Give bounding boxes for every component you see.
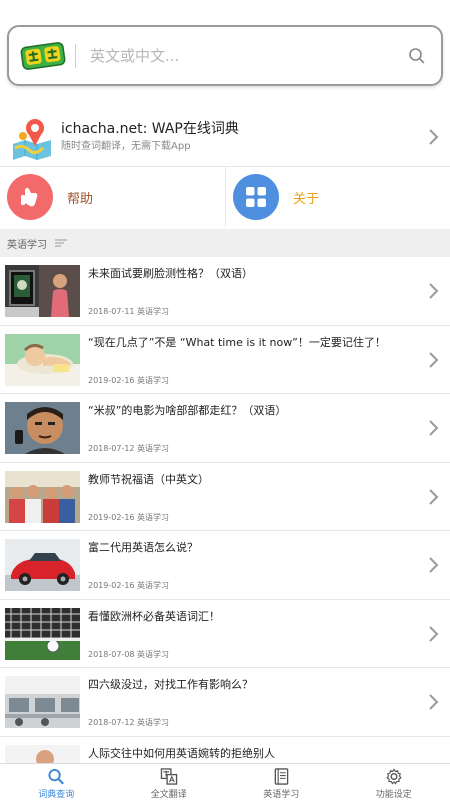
article-body: “米叔”的电影为啥部部都走红？（双语） 2018-07-12 英语学习 [88, 394, 450, 462]
article-item[interactable]: 看懂欧洲杯必备英语词汇！ 2018-07-08 英语学习 [0, 600, 450, 668]
search-bar [7, 25, 443, 86]
chevron-right-icon [429, 283, 439, 299]
help-button[interactable]: 帮助 [0, 167, 225, 227]
article-title: “现在几点了”不是 “What time is it now”！一定要记住了！ [88, 335, 386, 349]
article-thumbnail [5, 470, 80, 523]
article-meta: 2018-07-11 英语学习 [88, 307, 170, 316]
about-circle [233, 174, 279, 220]
article-body: 看懂欧洲杯必备英语词汇！ 2018-07-08 英语学习 [88, 600, 450, 668]
help-hand-icon [21, 187, 38, 207]
article-item[interactable]: “米叔”的电影为啥部部都走红？（双语） 2018-07-12 英语学习 [0, 394, 450, 463]
article-meta: 2018-07-08 英语学习 [88, 649, 170, 659]
article-body: “现在几点了”不是 “What time is it now”！一定要记住了！ … [88, 326, 450, 394]
article-thumbnail [5, 265, 80, 317]
article-body: 教师节祝福语（中英文） 2019-02-16 英语学习 [88, 463, 450, 531]
book-icon [274, 768, 289, 785]
search-input[interactable] [90, 46, 407, 65]
search-icon[interactable] [407, 46, 427, 66]
promo-text: ichacha.net: WAP在线词典 随时查词翻译，无需下载App [61, 119, 426, 155]
promo-title: ichacha.net: WAP在线词典 [61, 121, 239, 137]
article-meta: 2019-02-16 英语学习 [88, 512, 170, 522]
article-thumbnail [5, 744, 80, 763]
article-meta: 2018-07-12 英语学习 [88, 718, 170, 727]
article-item[interactable]: “现在几点了”不是 “What time is it now”！一定要记住了！ … [0, 326, 450, 394]
section-header: 英语学习 [0, 229, 450, 257]
article-thumbnail [5, 402, 80, 454]
chevron-right-icon [429, 420, 439, 436]
article-body: 人际交往中如何用英语婉转的拒绝别人 [88, 737, 450, 763]
article-title: 教师节祝福语（中英文） [88, 472, 209, 486]
article-title: 富二代用英语怎么说？ [88, 541, 198, 554]
chevron-right-icon [429, 129, 439, 145]
article-title: “米叔”的电影为啥部部都走红？（双语） [88, 404, 287, 417]
app-logo-icon [20, 41, 66, 70]
chevron-right-icon [429, 351, 439, 368]
article-thumbnail [5, 676, 80, 728]
article-item[interactable]: 四六级没过，对找工作有影响么？ 2018-07-12 英语学习 [0, 668, 450, 737]
menu-lines-icon [55, 239, 67, 247]
help-label: 帮助 [67, 191, 94, 207]
article-meta: 2019-02-16 英语学习 [88, 581, 170, 590]
chevron-right-icon [429, 625, 439, 642]
tab-dictionary[interactable]: 词典查询 [0, 764, 113, 800]
promo-row[interactable]: ichacha.net: WAP在线词典 随时查词翻译，无需下载App [0, 108, 450, 166]
map-location-icon [13, 119, 51, 160]
about-label: 关于 [293, 191, 320, 207]
gear-icon [386, 768, 402, 785]
chevron-right-icon [429, 557, 439, 573]
article-title: 四六级没过，对找工作有影响么？ [88, 678, 253, 691]
tab-label: 全文翻译 [150, 790, 187, 800]
tab-settings[interactable]: 功能设定 [338, 764, 450, 800]
article-meta: 2019-02-16 英语学习 [88, 375, 170, 385]
chevron-right-icon [429, 694, 439, 710]
about-button[interactable]: 关于 [225, 167, 450, 227]
article-thumbnail [5, 333, 80, 386]
help-circle [7, 174, 53, 220]
article-list: 未来面试要刷脸测性格？（双语） 2018-07-11 英语学习 “现在几点了”不… [0, 257, 450, 763]
search-box[interactable] [7, 25, 443, 86]
article-item[interactable]: 富二代用英语怎么说？ 2019-02-16 英语学习 [0, 531, 450, 600]
article-body: 四六级没过，对找工作有影响么？ 2018-07-12 英语学习 [88, 668, 450, 736]
promo-subtitle: 随时查词翻译，无需下载App [61, 141, 191, 152]
search-icon [48, 768, 64, 785]
tab-translate[interactable]: 全文翻译 [113, 764, 226, 800]
article-item[interactable]: 未来面试要刷脸测性格？（双语） 2018-07-11 英语学习 [0, 257, 450, 326]
search-divider [75, 43, 76, 68]
article-body: 未来面试要刷脸测性格？（双语） 2018-07-11 英语学习 [88, 257, 450, 325]
article-title: 人际交往中如何用英语婉转的拒绝别人 [88, 746, 275, 760]
article-title: 未来面试要刷脸测性格？（双语） [88, 267, 253, 280]
bottom-tab-bar: 词典查询 全文翻译 英语学习 功能设定 [0, 763, 450, 800]
article-body: 富二代用英语怎么说？ 2019-02-16 英语学习 [88, 531, 450, 599]
article-thumbnail [5, 539, 80, 591]
tab-label: 词典查询 [38, 790, 75, 800]
grid-apps-icon [246, 187, 266, 207]
article-item[interactable]: 人际交往中如何用英语婉转的拒绝别人 [0, 737, 450, 763]
article-meta: 2018-07-12 英语学习 [88, 444, 170, 453]
tab-label: 功能设定 [375, 790, 412, 800]
translate-icon [160, 768, 177, 785]
article-thumbnail [5, 607, 80, 660]
chevron-right-icon [429, 488, 439, 505]
article-title: 看懂欧洲杯必备英语词汇！ [88, 609, 220, 623]
section-title: 英语学习 [7, 239, 47, 251]
tab-label: 英语学习 [263, 790, 300, 800]
quick-links: 帮助 关于 [0, 167, 450, 227]
tab-english-learning[interactable]: 英语学习 [225, 764, 338, 800]
article-item[interactable]: 教师节祝福语（中英文） 2019-02-16 英语学习 [0, 463, 450, 531]
